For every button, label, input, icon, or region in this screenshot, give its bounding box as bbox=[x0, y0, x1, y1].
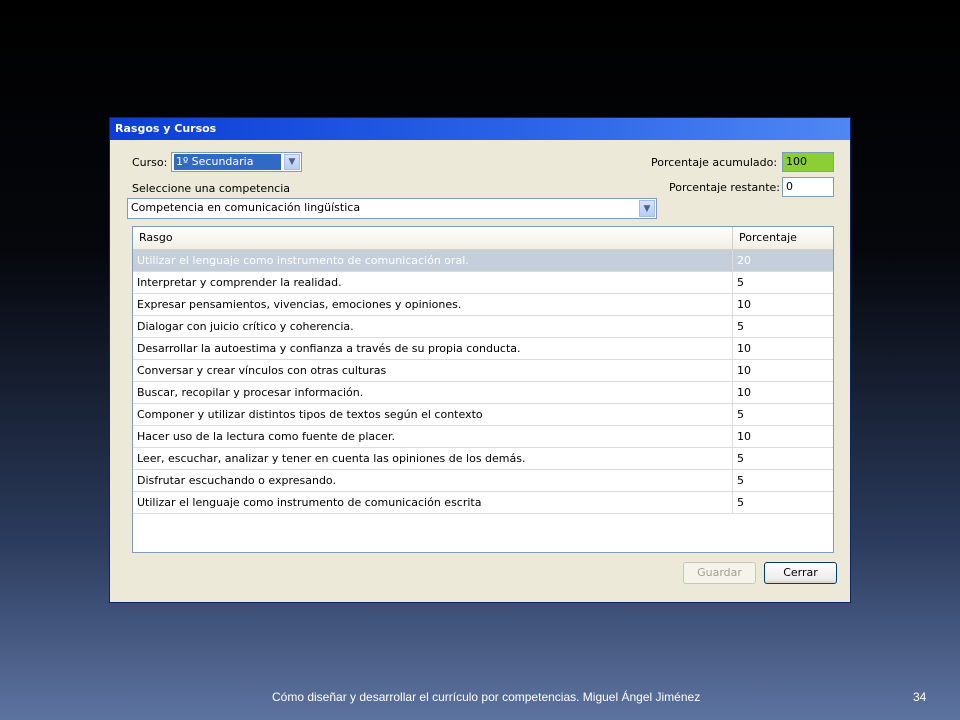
table-row[interactable]: Utilizar el lenguaje como instrumento de… bbox=[133, 492, 833, 514]
porcentaje-cell: 20 bbox=[737, 254, 751, 267]
porcentaje-acumulado-label: Porcentaje acumulado: bbox=[651, 156, 778, 169]
chevron-down-icon[interactable]: ▼ bbox=[284, 154, 300, 170]
column-header-porcentaje[interactable]: Porcentaje bbox=[733, 227, 833, 249]
window-title: Rasgos y Cursos bbox=[110, 118, 850, 140]
porcentaje-cell: 10 bbox=[737, 298, 751, 311]
competencia-select[interactable]: Competencia en comunicación lingüística … bbox=[127, 198, 657, 219]
rasgos-cursos-window: Rasgos y Cursos Curso: 1º Secundaria ▼ S… bbox=[109, 117, 851, 603]
rasgo-cell: Hacer uso de la lectura como fuente de p… bbox=[133, 426, 733, 447]
porcentaje-cell: 5 bbox=[737, 276, 744, 289]
porcentaje-cell: 10 bbox=[737, 386, 751, 399]
curso-value: 1º Secundaria bbox=[174, 154, 281, 170]
porcentaje-cell: 10 bbox=[737, 342, 751, 355]
rasgo-cell: Leer, escuchar, analizar y tener en cuen… bbox=[133, 448, 733, 469]
porcentaje-acumulado-field: 100 bbox=[782, 152, 834, 172]
slide-page-number: 34 bbox=[913, 690, 927, 704]
porcentaje-cell: 5 bbox=[737, 408, 744, 421]
table-row[interactable]: Leer, escuchar, analizar y tener en cuen… bbox=[133, 448, 833, 470]
competencia-value: Competencia en comunicación lingüística bbox=[131, 201, 361, 214]
table-row[interactable]: Conversar y crear vínculos con otras cul… bbox=[133, 360, 833, 382]
rasgo-cell: Interpretar y comprender la realidad. bbox=[133, 272, 733, 293]
table-row[interactable]: Dialogar con juicio crítico y coherencia… bbox=[133, 316, 833, 338]
rasgo-cell: Desarrollar la autoestima y confianza a … bbox=[133, 338, 733, 359]
table-row[interactable]: Expresar pensamientos, vivencias, emocio… bbox=[133, 294, 833, 316]
rasgo-cell: Disfrutar escuchando o expresando. bbox=[133, 470, 733, 491]
slide-footer: Cómo diseñar y desarrollar el currículo … bbox=[272, 690, 701, 704]
rasgo-cell: Utilizar el lenguaje como instrumento de… bbox=[133, 250, 733, 271]
porcentaje-cell: 5 bbox=[737, 474, 744, 487]
curso-select[interactable]: 1º Secundaria ▼ bbox=[171, 152, 302, 172]
rasgo-cell: Expresar pensamientos, vivencias, emocio… bbox=[133, 294, 733, 315]
porcentaje-cell: 5 bbox=[737, 320, 744, 333]
rasgo-cell: Utilizar el lenguaje como instrumento de… bbox=[133, 492, 733, 513]
competencia-label: Seleccione una competencia bbox=[132, 182, 291, 195]
grid-body: Utilizar el lenguaje como instrumento de… bbox=[133, 250, 833, 514]
table-row[interactable]: Componer y utilizar distintos tipos de t… bbox=[133, 404, 833, 426]
rasgo-cell: Dialogar con juicio crítico y coherencia… bbox=[133, 316, 733, 337]
porcentaje-restante-label: Porcentaje restante: bbox=[669, 181, 781, 194]
porcentaje-cell: 5 bbox=[737, 496, 744, 509]
porcentaje-cell: 10 bbox=[737, 430, 751, 443]
guardar-button[interactable]: Guardar bbox=[683, 562, 756, 584]
column-header-rasgo[interactable]: Rasgo bbox=[133, 227, 733, 249]
porcentaje-cell: 5 bbox=[737, 452, 744, 465]
cerrar-button[interactable]: Cerrar bbox=[764, 562, 837, 584]
chevron-down-icon[interactable]: ▼ bbox=[639, 200, 655, 217]
table-row[interactable]: Desarrollar la autoestima y confianza a … bbox=[133, 338, 833, 360]
rasgos-grid[interactable]: Rasgo Porcentaje Utilizar el lenguaje co… bbox=[132, 226, 834, 553]
rasgo-cell: Conversar y crear vínculos con otras cul… bbox=[133, 360, 733, 381]
table-row[interactable]: Utilizar el lenguaje como instrumento de… bbox=[133, 250, 833, 272]
porcentaje-cell: 10 bbox=[737, 364, 751, 377]
table-row[interactable]: Interpretar y comprender la realidad. 5 bbox=[133, 272, 833, 294]
table-row[interactable]: Hacer uso de la lectura como fuente de p… bbox=[133, 426, 833, 448]
curso-label: Curso: bbox=[132, 156, 168, 169]
rasgo-cell: Buscar, recopilar y procesar información… bbox=[133, 382, 733, 403]
porcentaje-restante-field: 0 bbox=[782, 177, 834, 197]
table-row[interactable]: Disfrutar escuchando o expresando. 5 bbox=[133, 470, 833, 492]
rasgo-cell: Componer y utilizar distintos tipos de t… bbox=[133, 404, 733, 425]
table-row[interactable]: Buscar, recopilar y procesar información… bbox=[133, 382, 833, 404]
grid-header: Rasgo Porcentaje bbox=[133, 227, 833, 250]
